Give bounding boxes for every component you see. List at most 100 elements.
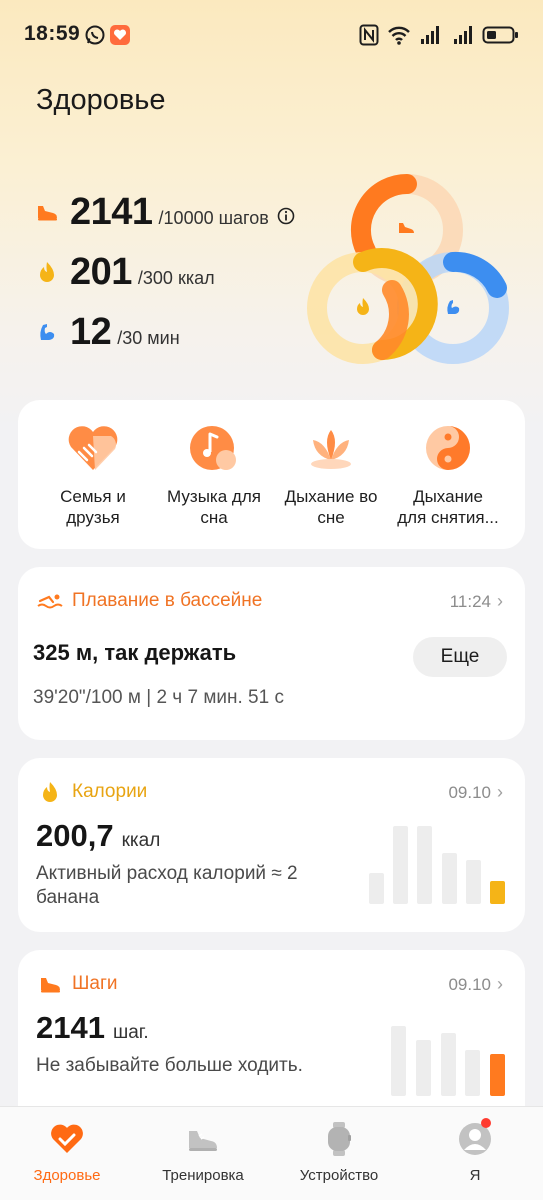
- calories-card-header: Калории: [36, 780, 147, 804]
- shortcut-label: друзья: [66, 508, 120, 527]
- calories-goal: /300 ккал: [137, 267, 215, 288]
- mini-chart-bar: [393, 826, 409, 904]
- yin-yang-icon: [420, 420, 476, 476]
- steps-card-header: Шаги: [36, 972, 118, 996]
- app-notification-icon: [109, 24, 131, 51]
- nav-label: Тренировка: [162, 1167, 244, 1184]
- flexed-arm-icon: [34, 319, 60, 345]
- shoe-icon: [34, 199, 60, 225]
- shortcut-sleep-music[interactable]: Музыка для сна: [154, 420, 274, 528]
- calories-total-value: 200,7: [36, 818, 114, 853]
- shortcut-label: Дыхание во: [284, 487, 378, 506]
- info-icon[interactable]: [277, 207, 295, 230]
- shortcut-stress-breathing[interactable]: Дыхание для снятия...: [388, 420, 508, 528]
- activity-ring-progress: [443, 251, 507, 298]
- music-note-icon: [186, 420, 242, 476]
- swim-time: 11:24: [449, 591, 491, 611]
- swim-card-header: Плавание в бассейне: [36, 589, 262, 613]
- notification-dot: [481, 1118, 491, 1128]
- steps-date: 09.10: [448, 974, 491, 994]
- shortcut-label: Музыка для: [167, 487, 261, 506]
- wifi-icon: [387, 24, 411, 51]
- nav-label: Устройство: [299, 1167, 379, 1184]
- status-bar: 18:59: [0, 0, 543, 70]
- mini-chart-bar: [417, 826, 433, 904]
- nav-tab-health[interactable]: Здоровье: [2, 1119, 132, 1184]
- shortcut-label: сне: [317, 508, 345, 527]
- swim-card-title: Плавание в бассейне: [72, 590, 263, 611]
- steps-stat[interactable]: 2141 /10000 шагов: [34, 190, 295, 234]
- steps-goal: /10000 шагов: [158, 207, 269, 228]
- shortcut-family-friends[interactable]: Семья и друзья: [33, 420, 153, 528]
- calories-total-unit: ккал: [121, 830, 161, 851]
- avatar-icon: [455, 1118, 495, 1159]
- steps-card-title: Шаги: [72, 973, 118, 994]
- swim-card[interactable]: Плавание в бассейне 11:24 › 325 м, так д…: [18, 567, 525, 740]
- lotus-icon: [303, 420, 359, 476]
- signal-icon-sim2: [453, 24, 475, 51]
- calories-card-date: 09.10 ›: [448, 782, 503, 803]
- activity-value: 12: [70, 310, 112, 353]
- steps-mini-chart: [391, 1026, 505, 1096]
- swim-card-time: 11:24 ›: [450, 591, 503, 612]
- steps-ring-progress: [350, 173, 417, 261]
- swimming-icon: [36, 589, 64, 613]
- nav-label: Я: [469, 1167, 481, 1184]
- calories-card-title: Калории: [72, 781, 148, 802]
- smartwatch-icon: [319, 1119, 359, 1159]
- nav-tab-device[interactable]: Устройство: [274, 1119, 404, 1184]
- steps-total-value: 2141: [36, 1010, 105, 1045]
- chevron-right-icon: ›: [497, 782, 503, 802]
- mini-chart-bar: [369, 873, 384, 904]
- mini-chart-bar: [440, 1033, 456, 1096]
- battery-icon: [482, 24, 520, 51]
- nav-label: Здоровье: [33, 1167, 101, 1184]
- swim-headline: 325 м, так держать: [33, 640, 237, 665]
- nfc-icon: [359, 24, 379, 51]
- mini-chart-bar: [441, 853, 457, 904]
- heart-check-icon: [47, 1119, 87, 1159]
- status-time: 18:59: [24, 22, 81, 45]
- running-shoe-icon: [183, 1119, 223, 1159]
- shortcut-label: Семья и: [60, 487, 126, 506]
- calories-stat[interactable]: 201 /300 ккал: [34, 250, 215, 294]
- nav-tab-workout[interactable]: Тренировка: [138, 1119, 268, 1184]
- steps-card-date: 09.10 ›: [448, 974, 503, 995]
- flame-icon: [34, 259, 60, 285]
- mini-chart-bar: [490, 1054, 505, 1096]
- whatsapp-icon: [84, 24, 106, 51]
- calories-note: Активный расход калорий ≈ 2 банана: [36, 863, 298, 908]
- mini-chart-bar: [489, 881, 505, 904]
- chevron-right-icon: ›: [497, 974, 503, 994]
- activity-goal: /30 мин: [117, 327, 180, 348]
- calories-card[interactable]: Калории 09.10 › 200,7 ккал Активный расх…: [18, 758, 525, 932]
- shortcut-label: сна: [200, 508, 228, 527]
- steps-value: 2141: [70, 190, 153, 233]
- bottom-nav: Здоровье Тренировка Устройство Я: [0, 1106, 543, 1200]
- signal-icon-sim1: [420, 24, 442, 51]
- calories-value: 201: [70, 250, 132, 293]
- calories-date: 09.10: [448, 782, 491, 802]
- shortcut-label: Дыхание: [413, 487, 483, 506]
- shoe-icon: [36, 972, 64, 996]
- calories-mini-chart: [369, 826, 505, 904]
- swim-details: 39'20"/100 м | 2 ч 7 мин. 51 с: [33, 687, 284, 708]
- mini-chart-bar: [465, 860, 481, 904]
- nav-tab-me[interactable]: Я: [410, 1118, 540, 1184]
- page-title: Здоровье: [36, 84, 166, 116]
- steps-total-unit: шаг.: [112, 1022, 149, 1043]
- shortcuts-card: Семья и друзья Музыка для сна Дыхание во сн…: [18, 400, 525, 549]
- mini-chart-bar: [415, 1040, 431, 1096]
- mini-chart-bar: [465, 1050, 481, 1096]
- chevron-right-icon: ›: [497, 591, 503, 611]
- steps-note: Не забывайте больше ходить.: [36, 1055, 303, 1076]
- flame-icon: [36, 780, 64, 804]
- activity-rings[interactable]: [300, 170, 520, 370]
- calories-total: 200,7 ккал: [36, 818, 160, 854]
- steps-total: 2141 шаг.: [36, 1010, 149, 1046]
- shortcut-sleep-breathing[interactable]: Дыхание во сне: [271, 420, 391, 528]
- shortcut-label: для снятия...: [397, 508, 499, 527]
- activity-stat[interactable]: 12 /30 мин: [34, 310, 180, 354]
- mini-chart-bar: [391, 1026, 406, 1096]
- more-button[interactable]: Еще: [413, 637, 507, 677]
